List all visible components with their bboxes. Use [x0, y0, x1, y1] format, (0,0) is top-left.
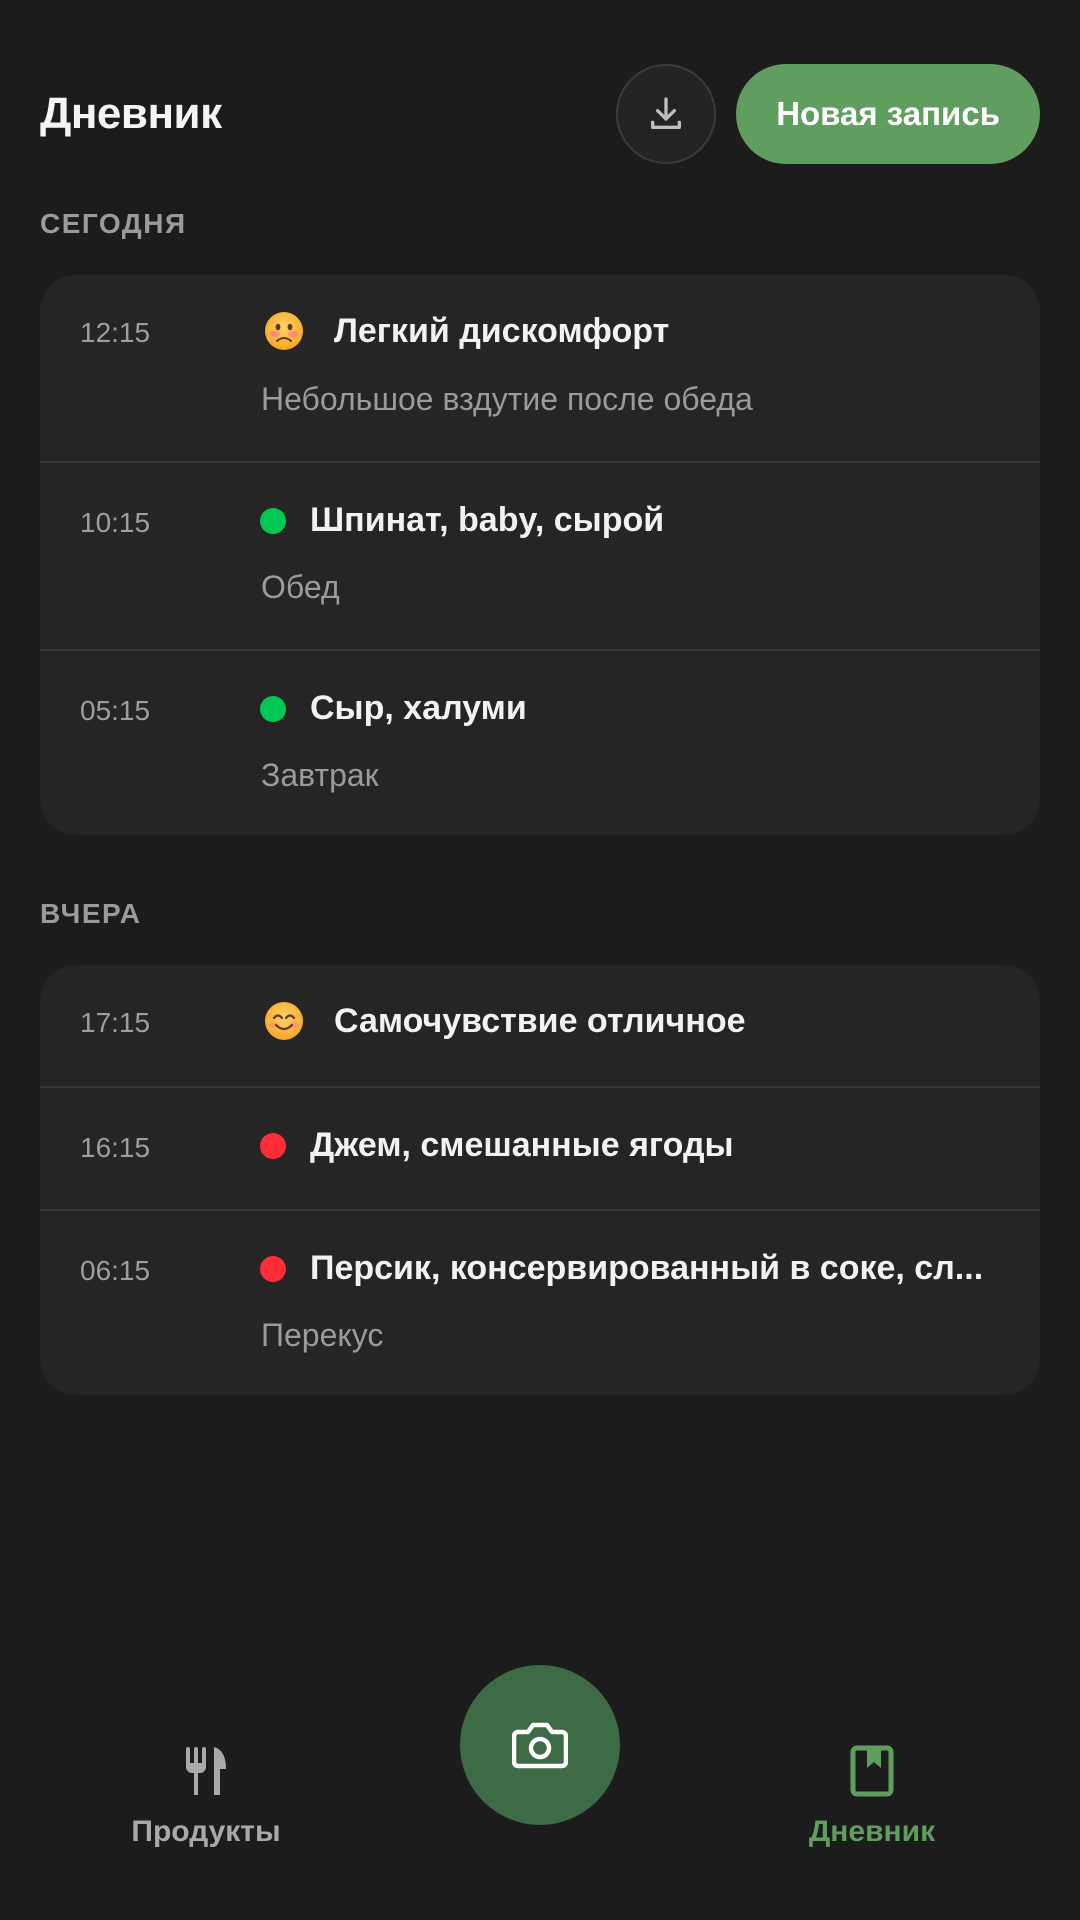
- nav-products[interactable]: Продукты: [86, 1745, 326, 1849]
- nav-diary-label: Дневник: [808, 1815, 936, 1848]
- section-label-today: СЕГОДНЯ: [40, 208, 187, 239]
- entry-title: Шпинат, baby, сырой: [310, 501, 665, 539]
- nav-diary[interactable]: Дневник: [752, 1745, 992, 1849]
- entry-title-line: Легкий дискомфорт: [220, 311, 1000, 351]
- yesterday-card: 17:15 Самочувствие отличное 16:15 Джем, …: [40, 965, 1040, 1395]
- entry-time: 05:15: [80, 695, 151, 726]
- list-item[interactable]: 16:15 Джем, смешанные ягоды: [40, 1086, 1040, 1209]
- entry-time: 16:15: [80, 1132, 151, 1163]
- entry-title-line: Шпинат, baby, сырой: [220, 501, 1000, 540]
- camera-button[interactable]: [460, 1665, 620, 1825]
- new-entry-button[interactable]: Новая запись: [736, 64, 1040, 164]
- entry-time: 10:15: [80, 507, 151, 538]
- entry-title: Сыр, халуми: [310, 689, 527, 727]
- download-icon: [651, 97, 682, 129]
- green-dot-icon: [260, 695, 286, 722]
- diary-screen: Дневник Новая запись СЕГОДНЯ 12:15 Легки…: [0, 0, 1080, 1920]
- entry-time: 12:15: [80, 317, 151, 348]
- bookmark-book-icon: [850, 1745, 894, 1797]
- list-item[interactable]: 06:15 Персик, консервированный в соке, с…: [40, 1209, 1040, 1395]
- smiling-face-emoji-icon: [265, 1002, 303, 1040]
- entry-title: Персик, консервированный в соке, сл...: [310, 1249, 984, 1287]
- entry-title: Самочувствие отличное: [334, 1001, 746, 1040]
- camera-icon: [512, 1722, 568, 1769]
- entry-title: Джем, смешанные ягоды: [310, 1126, 734, 1164]
- entry-subtitle: Завтрак: [261, 757, 379, 793]
- entry-subtitle: Небольшое вздутие после обеда: [261, 381, 753, 417]
- fork-knife-icon: [186, 1747, 226, 1795]
- list-item[interactable]: 10:15 Шпинат, baby, сырой Обед: [40, 461, 1040, 649]
- entry-title-line: Самочувствие отличное: [220, 1001, 1000, 1041]
- nav-products-label: Продукты: [131, 1815, 281, 1848]
- green-dot-icon: [260, 507, 286, 534]
- entry-time: 06:15: [80, 1255, 151, 1286]
- entry-time: 17:15: [80, 1007, 151, 1038]
- list-item[interactable]: 12:15 Легкий дискомфорт Небольшое вздути…: [40, 275, 1040, 461]
- list-item[interactable]: 17:15 Самочувствие отличное: [40, 965, 1040, 1086]
- red-dot-icon: [260, 1132, 286, 1159]
- entry-title-line: Сыр, халуми: [220, 689, 1000, 728]
- entry-title-line: Джем, смешанные ягоды: [220, 1126, 1000, 1165]
- entry-title-line: Персик, консервированный в соке, сл...: [220, 1249, 1000, 1288]
- worried-face-emoji-icon: [265, 312, 303, 350]
- download-button[interactable]: [616, 64, 717, 164]
- entry-subtitle: Перекус: [261, 1317, 384, 1353]
- header: Дневник Новая запись: [40, 64, 1040, 164]
- page-title: Дневник: [40, 89, 222, 138]
- section-label-yesterday: ВЧЕРА: [40, 898, 142, 929]
- today-card: 12:15 Легкий дискомфорт Небольшое вздути…: [40, 275, 1040, 835]
- entry-subtitle: Обед: [261, 569, 340, 605]
- red-dot-icon: [260, 1255, 286, 1282]
- entry-title: Легкий дискомфорт: [334, 311, 670, 350]
- list-item[interactable]: 05:15 Сыр, халуми Завтрак: [40, 649, 1040, 835]
